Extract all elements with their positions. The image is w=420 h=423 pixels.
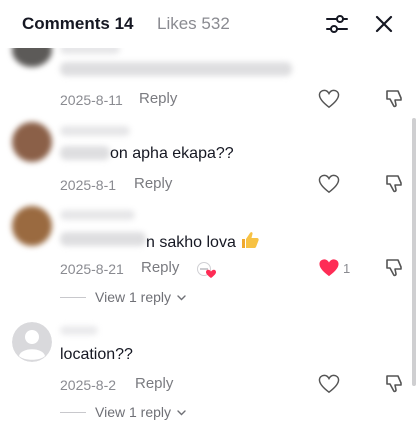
dislike-icon[interactable] bbox=[384, 174, 404, 194]
like-count: 1 bbox=[343, 261, 351, 276]
comment-text: n sakho lova bbox=[146, 230, 260, 253]
avatar[interactable] bbox=[12, 322, 52, 362]
avatar[interactable] bbox=[12, 206, 52, 246]
comment-item: n sakho lova 2025-8-21 Reply 1 View 1 re… bbox=[0, 202, 410, 314]
chevron-down-icon bbox=[177, 410, 186, 416]
view-replies-button[interactable]: View 1 reply bbox=[60, 288, 200, 306]
dislike-icon[interactable] bbox=[384, 258, 404, 278]
heart-icon[interactable] bbox=[318, 174, 340, 194]
avatar[interactable] bbox=[12, 122, 52, 162]
heart-icon[interactable] bbox=[318, 374, 340, 394]
comments-header: Comments 14 Likes 532 bbox=[0, 0, 420, 48]
blurred-username bbox=[60, 326, 98, 335]
view-replies-label: View 1 reply bbox=[95, 289, 172, 305]
close-icon[interactable] bbox=[371, 11, 397, 37]
reply-divider bbox=[60, 297, 86, 298]
reply-divider bbox=[60, 412, 86, 413]
comment-date: 2025-8-11 bbox=[60, 92, 123, 108]
view-replies-label: View 1 reply bbox=[95, 404, 172, 420]
thumbs-up-emoji bbox=[242, 232, 259, 248]
reply-button[interactable]: Reply bbox=[139, 90, 177, 108]
tab-likes[interactable]: Likes 532 bbox=[157, 13, 230, 35]
chevron-down-icon bbox=[177, 295, 186, 301]
heart-icon[interactable] bbox=[318, 258, 340, 278]
view-replies-button[interactable]: View 1 reply bbox=[60, 403, 200, 421]
comment-item: on apha ekapa?? 2025-8-1 Reply bbox=[0, 118, 410, 202]
blurred-comment-text bbox=[60, 232, 146, 246]
blurred-comment-text bbox=[60, 62, 292, 76]
blurred-username bbox=[60, 126, 130, 136]
comment-text: location?? bbox=[60, 346, 133, 363]
filter-icon[interactable] bbox=[324, 11, 350, 37]
comment-text: on apha ekapa?? bbox=[110, 145, 234, 162]
dislike-icon[interactable] bbox=[384, 89, 404, 109]
tab-comments[interactable]: Comments 14 bbox=[22, 13, 133, 35]
scrollbar[interactable] bbox=[412, 118, 416, 386]
blurred-username bbox=[60, 210, 135, 220]
comment-text-label: n sakho lova bbox=[146, 234, 236, 251]
dislike-icon[interactable] bbox=[384, 374, 404, 394]
heart-icon[interactable] bbox=[318, 89, 340, 109]
creator-liked-icon bbox=[197, 262, 216, 278]
reply-button[interactable]: Reply bbox=[134, 175, 172, 193]
blurred-comment-text bbox=[60, 146, 110, 160]
comment-item: location?? 2025-8-2 Reply View 1 reply bbox=[0, 314, 410, 423]
comment-date: 2025-8-1 bbox=[60, 177, 117, 193]
reply-button[interactable]: Reply bbox=[141, 259, 179, 277]
comment-date: 2025-8-2 bbox=[60, 377, 117, 393]
reply-button[interactable]: Reply bbox=[135, 375, 173, 393]
comment-date: 2025-8-21 bbox=[60, 261, 124, 277]
